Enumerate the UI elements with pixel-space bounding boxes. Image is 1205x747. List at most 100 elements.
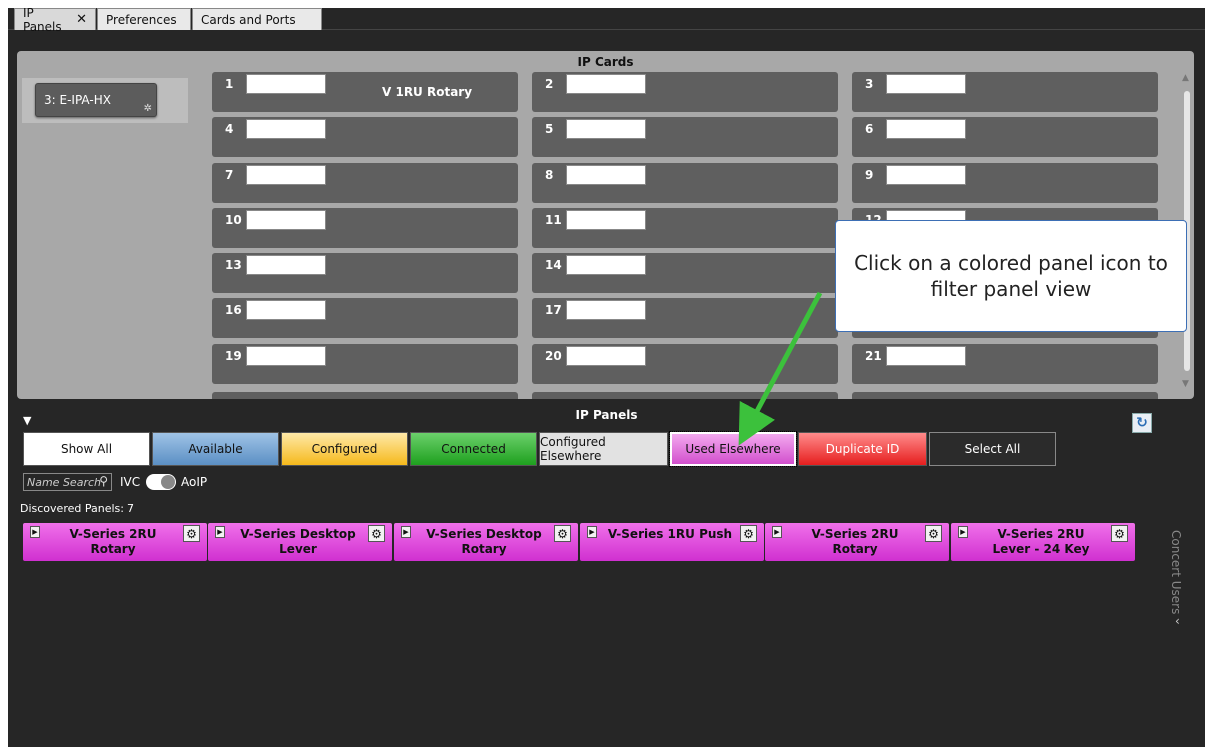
search-icon[interactable]: ⚲ xyxy=(99,474,108,488)
filter-configured-elsewhere-button[interactable]: Configured Elsewhere xyxy=(539,432,668,466)
card-slot[interactable]: 17 xyxy=(532,298,838,338)
card-slot[interactable]: 7 xyxy=(212,163,518,203)
card-slot-number: 5 xyxy=(545,122,554,136)
card-slot-field[interactable] xyxy=(886,119,966,139)
card-slot-field[interactable] xyxy=(566,346,646,366)
card-slot[interactable]: 2 xyxy=(532,72,838,112)
expand-icon[interactable]: ▶ xyxy=(30,526,40,538)
panel-card[interactable]: ▶ V-Series 1RU Push ⚙ xyxy=(580,523,764,561)
card-slot-field[interactable] xyxy=(886,346,966,366)
card-slot[interactable]: 9 xyxy=(852,163,1158,203)
panel-card[interactable]: ▶ V-Series 2RU Rotary ⚙ xyxy=(765,523,949,561)
tab-strip: IP Panels ✕ Preferences Cards and Ports xyxy=(8,6,1205,34)
gear-icon[interactable]: ⚙ xyxy=(740,525,757,542)
card-slot-field[interactable] xyxy=(566,300,646,320)
card-slot-field[interactable] xyxy=(566,255,646,275)
name-search-input[interactable]: Name Search ⚲ xyxy=(23,473,112,491)
tab-preferences[interactable]: Preferences xyxy=(97,8,191,30)
card-slot-number: 10 xyxy=(225,213,242,227)
card-slot[interactable] xyxy=(532,392,838,399)
card-slot-number: 19 xyxy=(225,349,242,363)
panel-card[interactable]: ▶ V-Series Desktop Lever ⚙ xyxy=(208,523,392,561)
gear-icon[interactable]: ⚙ xyxy=(1111,525,1128,542)
panel-card-title: V-Series 2RU xyxy=(69,527,157,541)
frame-button[interactable]: 3: E-IPA-HX ✲ xyxy=(35,83,157,117)
card-slot[interactable]: 21 xyxy=(852,344,1158,384)
card-slot-field[interactable] xyxy=(246,210,326,230)
card-slot-number: 20 xyxy=(545,349,562,363)
card-slot-number: 9 xyxy=(865,168,874,182)
discovered-count: 7 xyxy=(126,502,134,515)
chevron-left-icon[interactable]: ‹ xyxy=(1175,614,1180,628)
ivc-aoip-toggle[interactable] xyxy=(146,474,176,490)
panel-card[interactable]: ▶ V-Series Desktop Rotary ⚙ xyxy=(394,523,578,561)
filter-available-button[interactable]: Available xyxy=(152,432,279,466)
card-slot[interactable]: 3 xyxy=(852,72,1158,112)
expand-icon[interactable]: ▶ xyxy=(401,526,411,538)
panel-card-title: V-Series 2RU xyxy=(997,527,1085,541)
card-slot-field[interactable] xyxy=(566,210,646,230)
panel-card[interactable]: ▶ V-Series 2RU Lever - 24 Key ⚙ xyxy=(951,523,1135,561)
select-all-button[interactable]: Select All xyxy=(929,432,1056,466)
card-slot[interactable] xyxy=(852,392,1158,399)
card-slot-number: 6 xyxy=(865,122,874,136)
expand-icon[interactable]: ▶ xyxy=(215,526,225,538)
gear-icon[interactable]: ⚙ xyxy=(554,525,571,542)
card-slot[interactable]: 6 xyxy=(852,117,1158,157)
card-slot-field[interactable] xyxy=(246,346,326,366)
gear-icon[interactable]: ⚙ xyxy=(368,525,385,542)
tab-cards-and-ports[interactable]: Cards and Ports xyxy=(192,8,322,30)
filter-used-elsewhere-button[interactable]: Used Elsewhere xyxy=(669,431,797,467)
card-slot[interactable]: 1 V 1RU Rotary xyxy=(212,72,518,112)
card-slot-number: 21 xyxy=(865,349,882,363)
card-slot[interactable] xyxy=(212,392,518,399)
gear-icon[interactable]: ⚙ xyxy=(925,525,942,542)
filter-show-all-button[interactable]: Show All xyxy=(23,432,150,466)
close-icon[interactable]: ✕ xyxy=(76,12,87,27)
gear-icon[interactable]: ⚙ xyxy=(183,525,200,542)
card-slot-field[interactable] xyxy=(566,74,646,94)
card-slot-field[interactable] xyxy=(246,74,326,94)
tab-cards-and-ports-label: Cards and Ports xyxy=(201,12,296,27)
expand-icon[interactable]: ▶ xyxy=(587,526,597,538)
card-slot[interactable]: 19 xyxy=(212,344,518,384)
frame-label: 3: E-IPA-HX xyxy=(44,93,111,107)
panel-card-subtitle: Rotary xyxy=(461,542,507,556)
filter-duplicate-id-button[interactable]: Duplicate ID xyxy=(798,432,927,466)
card-slot-number: 1 xyxy=(225,77,234,91)
card-slot[interactable]: 5 xyxy=(532,117,838,157)
scroll-up-icon[interactable]: ▲ xyxy=(1182,73,1189,83)
card-slot[interactable]: 20 xyxy=(532,344,838,384)
card-slot-field[interactable] xyxy=(886,165,966,185)
card-slot[interactable]: 16 xyxy=(212,298,518,338)
aoip-label: AoIP xyxy=(181,475,208,489)
scroll-down-icon[interactable]: ▼ xyxy=(1182,379,1189,389)
expand-icon[interactable]: ▶ xyxy=(772,526,782,538)
card-slot-field[interactable] xyxy=(886,74,966,94)
card-slot[interactable]: 11 xyxy=(532,208,838,248)
card-slot[interactable]: 4 xyxy=(212,117,518,157)
gear-icon[interactable]: ✲ xyxy=(144,103,152,114)
card-slot-field[interactable] xyxy=(246,255,326,275)
filter-connected-button[interactable]: Connected xyxy=(410,432,537,466)
card-slot-field[interactable] xyxy=(246,165,326,185)
discovered-label: Discovered Panels: xyxy=(20,502,124,515)
card-slot[interactable]: 14 xyxy=(532,253,838,293)
card-slot[interactable]: 13 xyxy=(212,253,518,293)
card-slot-field[interactable] xyxy=(566,165,646,185)
card-slot-number: 2 xyxy=(545,77,554,91)
refresh-icon[interactable]: ↻ xyxy=(1132,413,1152,433)
card-slot-field[interactable] xyxy=(566,119,646,139)
panel-card-title: V-Series 2RU xyxy=(811,527,899,541)
card-slot[interactable]: 8 xyxy=(532,163,838,203)
tab-ip-panels[interactable]: IP Panels ✕ xyxy=(14,6,96,34)
filter-configured-button[interactable]: Configured xyxy=(281,432,408,466)
concert-users-tab[interactable]: Concert Users xyxy=(1169,530,1183,614)
panel-card[interactable]: ▶ V-Series 2RU Rotary ⚙ xyxy=(23,523,207,561)
card-slot[interactable]: 10 xyxy=(212,208,518,248)
card-slot-number: 7 xyxy=(225,168,234,182)
card-slot-field[interactable] xyxy=(246,119,326,139)
expand-icon[interactable]: ▶ xyxy=(958,526,968,538)
card-slot-field[interactable] xyxy=(246,300,326,320)
panel-card-subtitle: Lever xyxy=(279,542,317,556)
